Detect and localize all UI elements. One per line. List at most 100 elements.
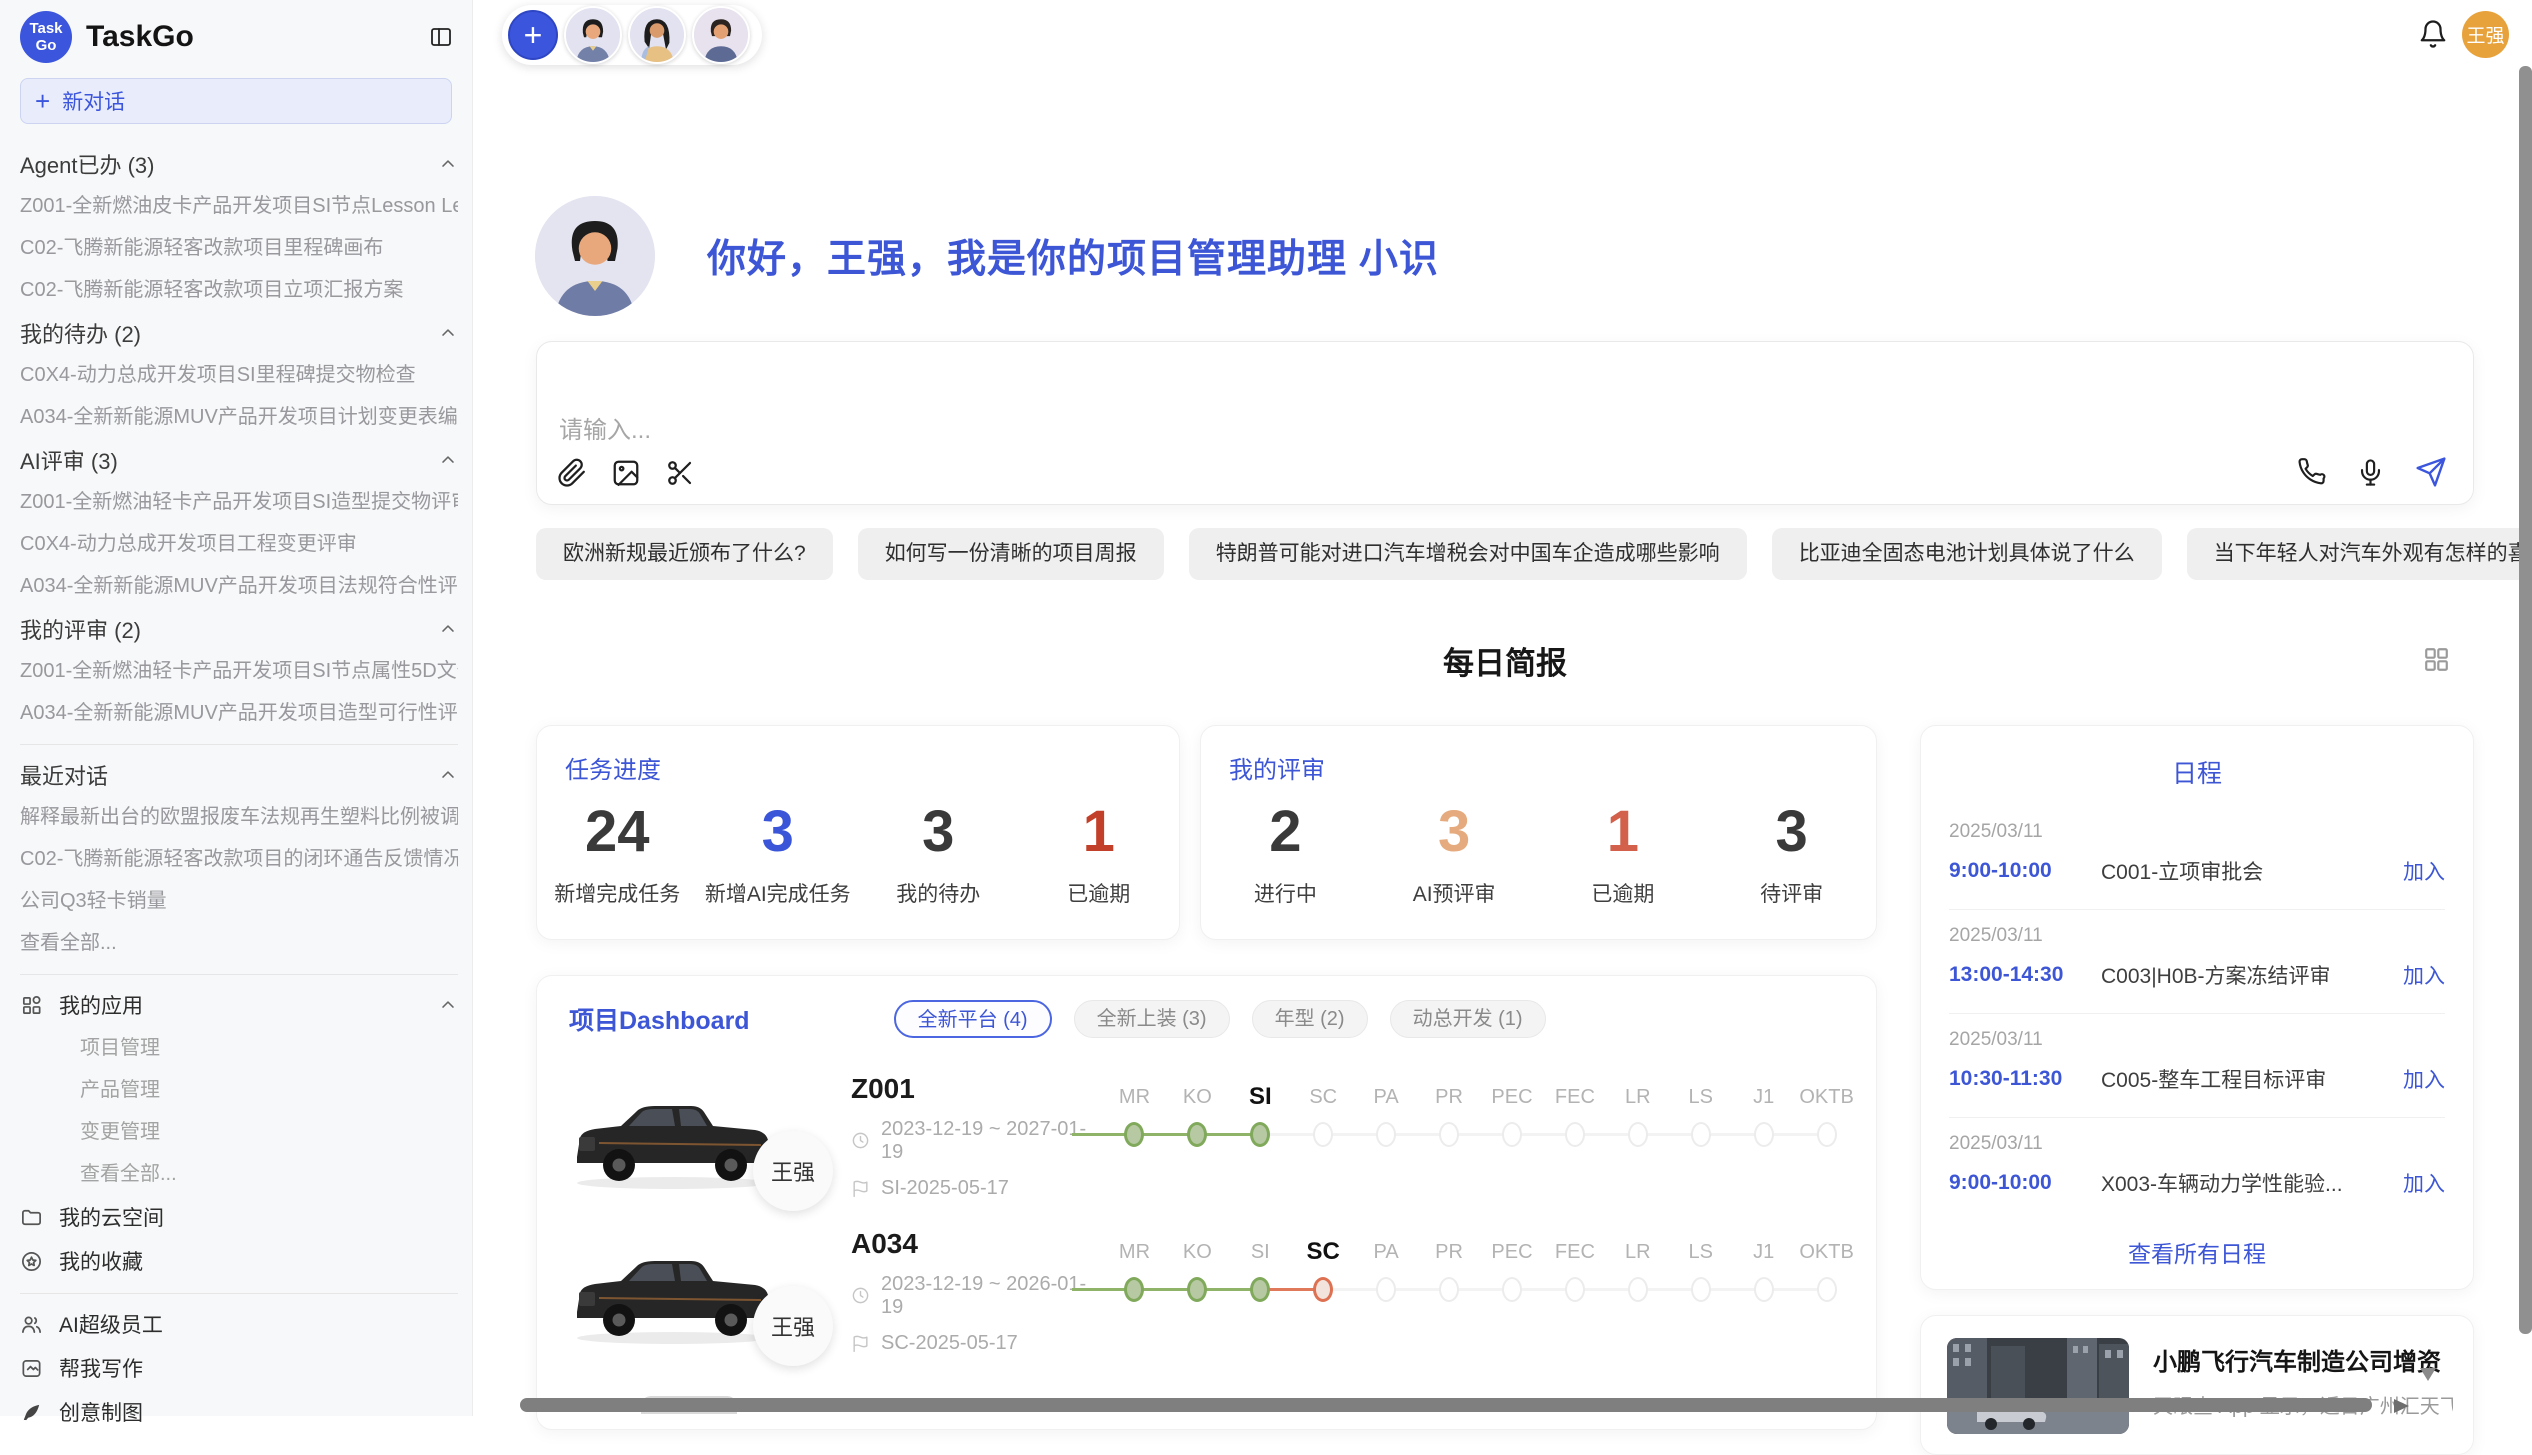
schedule-item[interactable]: 2025/03/11 9:00-10:00 X003-车辆动力学性能验... 加… [1949, 1118, 2445, 1221]
chat-input[interactable]: 请输入... [536, 341, 2474, 505]
sidebar-task-item[interactable]: A034-全新新能源MUV产品开发项目法规符合性评审 [20, 565, 458, 607]
schedule-item[interactable]: 2025/03/11 9:00-10:00 C001-立项审批会 加入 [1949, 806, 2445, 910]
recent-chat-item[interactable]: C02-飞腾新能源轻客改款项目的闭环通告反馈情况 [20, 838, 458, 880]
join-meeting-link[interactable]: 加入 [2403, 960, 2445, 990]
chevron-up-icon[interactable] [438, 154, 458, 174]
horizontal-scrollbar[interactable] [520, 1398, 2372, 1412]
scissors-icon[interactable] [665, 458, 695, 488]
schedule-date: 2025/03/11 [1949, 1029, 2445, 1051]
add-agent-button[interactable]: + [508, 10, 558, 60]
sidebar-task-item[interactable]: C0X4-动力总成开发项目工程变更评审 [20, 523, 458, 565]
sidebar-section-header[interactable]: Agent已办 (3) [20, 142, 458, 185]
logo-line2: Go [36, 37, 57, 54]
agent-avatar-1[interactable] [564, 6, 622, 64]
mic-icon[interactable] [2356, 458, 2385, 487]
recent-chat-item[interactable]: 公司Q3轻卡销量 [20, 880, 458, 922]
suggestion-chip[interactable]: 欧洲新规最近颁布了什么? [536, 528, 833, 580]
schedule-item[interactable]: 2025/03/11 10:30-11:30 C005-整车工程目标评审 加入 [1949, 1014, 2445, 1118]
join-meeting-link[interactable]: 加入 [2403, 1168, 2445, 1198]
recent-chat-item[interactable]: 解释最新出台的欧盟报废车法规再生塑料比例被调至15%... [20, 796, 458, 838]
sidebar-item-star-icon[interactable]: 我的收藏 [20, 1239, 458, 1283]
scroll-right-arrow-icon[interactable] [2394, 1399, 2409, 1413]
sidebar-task-item[interactable]: C0X4-动力总成开发项目SI里程碑提交物检查 [20, 354, 458, 396]
project-row-Z001[interactable]: 王强 Z001 2023-12-19 ~ 2027-01-19 SI-2025-… [563, 1061, 1858, 1211]
sidebar-task-item[interactable]: C02-飞腾新能源轻客改款项目立项汇报方案 [20, 269, 458, 311]
section-label: 我的待办 (2) [20, 317, 141, 349]
sidebar-task-item[interactable]: Z001-全新燃油轻卡产品开发项目SI造型提交物评审 [20, 481, 458, 523]
project-dates: 2023-12-19 ~ 2027-01-19 [881, 1118, 1089, 1164]
milestone-dot [1439, 1122, 1459, 1147]
project-row-A034[interactable]: 王强 A034 2023-12-19 ~ 2026-01-19 SC-2025-… [563, 1216, 1858, 1366]
stat: 2 进行中 [1201, 802, 1370, 908]
flag-icon [851, 1334, 870, 1353]
scroll-down-arrow-icon[interactable] [2420, 1368, 2436, 1381]
sidebar-task-item[interactable]: Z001-全新燃油轻卡产品开发项目SI节点属性5D文件评审 [20, 650, 458, 692]
chevron-up-icon[interactable] [438, 450, 458, 470]
milestone-LS: LS [1669, 1234, 1732, 1348]
news-card[interactable]: 小鹏飞行汽车制造公司增资 天眼查 App 显示，近日广州汇天飞行汽... [1920, 1315, 2474, 1455]
dashboard-filter-pill[interactable]: 全新平台 (4) [894, 1000, 1052, 1038]
plus-icon: + [35, 86, 50, 117]
sidebar-task-item[interactable]: A034-全新新能源MUV产品开发项目造型可行性评审 [20, 692, 458, 734]
schedule-item[interactable]: 2025/03/11 13:00-14:30 C003|H0B-方案冻结评审 加… [1949, 910, 2445, 1014]
app-sub-item[interactable]: 产品管理 [20, 1069, 458, 1111]
sidebar-section-header[interactable]: AI评审 (3) [20, 438, 458, 481]
apps-view-all[interactable]: 查看全部... [20, 1153, 458, 1195]
pen-icon [20, 1401, 43, 1424]
dashboard-filter-pill[interactable]: 年型 (2) [1252, 1000, 1368, 1038]
milestone-label: FEC [1543, 1079, 1606, 1115]
image-icon[interactable] [611, 458, 641, 488]
link-label: 我的收藏 [59, 1246, 143, 1276]
chevron-up-icon[interactable] [438, 323, 458, 343]
milestone-FEC: FEC [1543, 1234, 1606, 1348]
schedule-list: 2025/03/11 9:00-10:00 C001-立项审批会 加入 2025… [1949, 806, 2445, 1221]
sidebar-tool-people-icon[interactable]: AI超级员工 [20, 1302, 458, 1346]
sidebar-tool-write-icon[interactable]: 帮我写作 [20, 1346, 458, 1390]
suggestion-chip[interactable]: 如何写一份清晰的项目周报 [858, 528, 1164, 580]
news-title: 小鹏飞行汽车制造公司增资 [2153, 1342, 2441, 1377]
sidebar-section-header-recent[interactable]: 最近对话 [20, 753, 458, 796]
app-sub-item[interactable]: 变更管理 [20, 1111, 458, 1153]
layout-grid-icon[interactable] [2422, 645, 2451, 674]
join-meeting-link[interactable]: 加入 [2403, 856, 2445, 886]
stat-label: 我的待办 [858, 878, 1019, 908]
agent-avatar-2[interactable] [628, 6, 686, 64]
new-chat-button[interactable]: + 新对话 [20, 78, 452, 124]
sidebar-item-folder-icon[interactable]: 我的云空间 [20, 1195, 458, 1239]
sidebar-task-item[interactable]: A034-全新新能源MUV产品开发项目计划变更表编写 [20, 396, 458, 438]
user-avatar[interactable]: 王强 [2462, 11, 2509, 58]
suggestion-chip[interactable]: 特朗普可能对进口汽车增税会对中国车企造成哪些影响 [1189, 528, 1747, 580]
milestone-MR: MR [1103, 1234, 1166, 1348]
send-icon[interactable] [2415, 456, 2447, 488]
milestone-PR: PR [1418, 1234, 1481, 1348]
join-meeting-link[interactable]: 加入 [2403, 1064, 2445, 1094]
dashboard-filter-pill[interactable]: 全新上装 (3) [1074, 1000, 1230, 1038]
suggestion-chip[interactable]: 比亚迪全固态电池计划具体说了什么 [1772, 528, 2162, 580]
milestone-dot [1376, 1122, 1396, 1147]
sidebar-tool-pen-icon[interactable]: 创意制图 [20, 1390, 458, 1434]
view-all-schedule-link[interactable]: 查看所有日程 [1921, 1235, 2473, 1269]
phone-icon[interactable] [2297, 458, 2326, 487]
sidebar-section-header[interactable]: 我的待办 (2) [20, 311, 458, 354]
suggestion-chip[interactable]: 当下年轻人对汽车外观有怎样的喜好趋势 [2187, 528, 2532, 580]
vertical-scrollbar[interactable] [2519, 66, 2532, 1334]
notification-bell-icon[interactable] [2418, 19, 2448, 49]
sidebar-task-item[interactable]: Z001-全新燃油皮卡产品开发项目SI节点Lesson Learn报告 [20, 185, 458, 227]
chevron-up-icon[interactable] [438, 619, 458, 639]
milestone-dot [1691, 1277, 1711, 1302]
sidebar-task-item[interactable]: C02-飞腾新能源轻客改款项目里程碑画布 [20, 227, 458, 269]
attach-icon[interactable] [557, 458, 587, 488]
sidebar-collapse-icon[interactable] [428, 25, 454, 49]
recent-view-all[interactable]: 查看全部... [20, 922, 458, 964]
stat: 3 我的待办 [858, 802, 1019, 908]
app-title: TaskGo [86, 20, 428, 54]
app-sub-item[interactable]: 项目管理 [20, 1027, 458, 1069]
dashboard-filter-pill[interactable]: 动总开发 (1) [1390, 1000, 1546, 1038]
project-dashboard-card: 项目Dashboard 全新平台 (4)全新上装 (3)年型 (2)动总开发 (… [536, 975, 1877, 1430]
sidebar-item-my-apps[interactable]: 我的应用 [20, 983, 458, 1027]
chevron-up-icon[interactable] [438, 995, 458, 1015]
chevron-up-icon[interactable] [438, 765, 458, 785]
sidebar-section-header[interactable]: 我的评审 (2) [20, 607, 458, 650]
agent-avatar-3[interactable] [692, 6, 750, 64]
milestone-MR: MR [1103, 1079, 1166, 1193]
